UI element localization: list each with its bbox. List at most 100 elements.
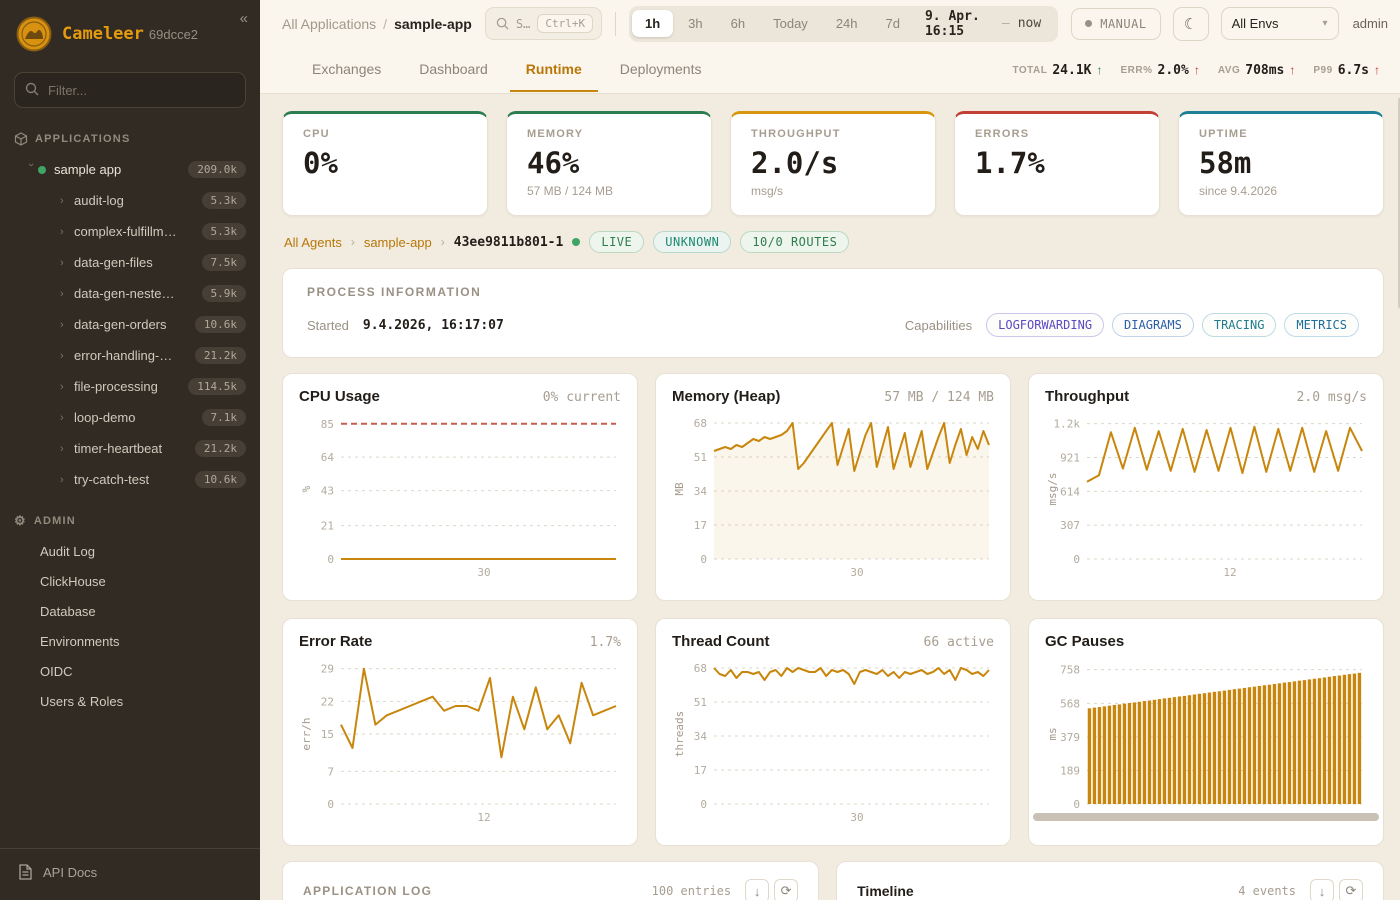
svg-text:758: 758 xyxy=(1060,664,1080,677)
gear-icon: ⚙ xyxy=(14,513,27,529)
agent-link-sample-app[interactable]: sample-app xyxy=(364,235,432,250)
search-placeholder: S… xyxy=(516,17,530,31)
admin-item-environments[interactable]: Environments xyxy=(0,627,260,657)
svg-text:379: 379 xyxy=(1060,731,1080,744)
time-range-7d[interactable]: 7d xyxy=(873,10,913,37)
time-range-24h[interactable]: 24h xyxy=(823,10,871,37)
count-badge: 10.6k xyxy=(195,316,246,333)
started-label: Started xyxy=(307,318,349,333)
metric-sub: 57 MB / 124 MB xyxy=(527,184,691,198)
topbar-divider xyxy=(615,12,616,36)
env-select[interactable]: All Envs ▾ xyxy=(1221,7,1339,40)
refresh-button[interactable]: ⟳ xyxy=(774,879,798,900)
chart-canvas-memory: 017345168MB30 xyxy=(672,407,994,585)
sidebar-item-data-gen-neste-[interactable]: ›data-gen-neste…5.9k xyxy=(0,278,260,309)
chart-canvas-threads: 017345168threads30 xyxy=(672,652,994,830)
svg-text:17: 17 xyxy=(694,519,707,532)
stat-total: TOTAL24.1K↑ xyxy=(1012,63,1102,78)
admin-item-users-roles[interactable]: Users & Roles xyxy=(0,687,260,717)
time-range-buttons: 1h3h6hToday24h7d xyxy=(632,10,913,37)
gc-chart-scrollbar[interactable] xyxy=(1033,813,1379,821)
admin-item-database[interactable]: Database xyxy=(0,597,260,627)
chart-header-value: 2.0 msg/s xyxy=(1297,390,1367,405)
sidebar-item-timer-heartbeat[interactable]: ›timer-heartbeat21.2k xyxy=(0,433,260,464)
chart-canvas-error_rate: 07152229err/h12 xyxy=(299,652,621,830)
chart-title: CPU Usage xyxy=(299,388,380,405)
global-search[interactable]: S… Ctrl+K xyxy=(485,7,602,40)
chart-canvas-gc: 0189379568758ms2028008980838485 xyxy=(1045,652,1367,830)
download-button[interactable]: ↓ xyxy=(745,879,769,900)
refresh-button[interactable]: ⟳ xyxy=(1339,879,1363,900)
sidebar-item-audit-log[interactable]: ›audit-log5.3k xyxy=(0,185,260,216)
tab-dashboard[interactable]: Dashboard xyxy=(403,48,504,92)
count-badge: 5.3k xyxy=(202,223,247,240)
chevron-right-icon: › xyxy=(60,257,74,269)
admin-item-audit-log[interactable]: Audit Log xyxy=(0,537,260,567)
card-application-log: APPLICATION LOG100 entries↓⟳ xyxy=(282,861,819,900)
chart-title: Memory (Heap) xyxy=(672,388,780,405)
agent-id: 43ee9811b801-1 xyxy=(454,235,564,250)
time-range-6h[interactable]: 6h xyxy=(718,10,758,37)
sidebar-item-complex-fulfillm-[interactable]: ›complex-fulfillm…5.3k xyxy=(0,216,260,247)
manual-dot-icon xyxy=(1085,20,1092,27)
download-button[interactable]: ↓ xyxy=(1310,879,1334,900)
sidebar-item-label: complex-fulfillm… xyxy=(74,224,177,239)
svg-text:msg/s: msg/s xyxy=(1046,472,1059,505)
time-range-1h[interactable]: 1h xyxy=(632,10,673,37)
filter-input[interactable] xyxy=(14,72,246,108)
tab-exchanges[interactable]: Exchanges xyxy=(296,48,397,92)
svg-text:MB: MB xyxy=(673,482,686,496)
stat-avg: AVG708ms↑ xyxy=(1218,63,1296,78)
admin-item-oidc[interactable]: OIDC xyxy=(0,657,260,687)
svg-text:threads: threads xyxy=(673,711,686,757)
moon-icon: ☾ xyxy=(1184,15,1197,33)
metric-value: 1.7% xyxy=(975,146,1139,180)
capability-pill-metrics: METRICS xyxy=(1284,313,1359,337)
arrow-up-icon: ↑ xyxy=(1374,63,1380,77)
sidebar-item-try-catch-test[interactable]: ›try-catch-test10.6k xyxy=(0,464,260,495)
chart-title: Error Rate xyxy=(299,633,372,650)
sidebar-item-error-handling-[interactable]: ›error-handling-…21.2k xyxy=(0,340,260,371)
sidebar-collapse-icon[interactable]: « xyxy=(240,10,248,27)
time-range-3h[interactable]: 3h xyxy=(675,10,715,37)
svg-text:34: 34 xyxy=(694,730,708,743)
svg-text:1.2k: 1.2k xyxy=(1054,418,1081,431)
chart-header: Throughput2.0 msg/s xyxy=(1045,388,1367,405)
sidebar-item-data-gen-orders[interactable]: ›data-gen-orders10.6k xyxy=(0,309,260,340)
status-dot-icon xyxy=(572,238,580,246)
api-docs-link[interactable]: API Docs xyxy=(0,848,260,900)
chart-header: CPU Usage0% current xyxy=(299,388,621,405)
svg-text:30: 30 xyxy=(850,811,863,824)
sidebar-item-file-processing[interactable]: ›file-processing114.5k xyxy=(0,371,260,402)
theme-toggle-button[interactable]: ☾ xyxy=(1173,7,1209,41)
svg-text:85: 85 xyxy=(321,418,334,431)
chevron-right-icon: › xyxy=(60,288,74,300)
chevron-right-icon: › xyxy=(60,474,74,486)
breadcrumb-all-applications[interactable]: All Applications xyxy=(282,16,376,32)
admin-list: Audit LogClickHouseDatabaseEnvironmentsO… xyxy=(0,537,260,717)
agent-link-all-agents[interactable]: All Agents xyxy=(284,235,342,250)
metric-card-memory: MEMORY46%57 MB / 124 MB xyxy=(506,111,712,216)
manual-refresh-button[interactable]: MANUAL xyxy=(1071,8,1160,40)
status-pill-live: LIVE xyxy=(589,231,644,253)
tab-deployments[interactable]: Deployments xyxy=(604,48,718,92)
date-range[interactable]: 9. Apr. 16:15 — now xyxy=(915,9,1055,39)
sidebar-item-label: timer-heartbeat xyxy=(74,441,162,456)
admin-item-clickhouse[interactable]: ClickHouse xyxy=(0,567,260,597)
svg-text:34: 34 xyxy=(694,485,708,498)
stat-label: AVG xyxy=(1218,65,1240,76)
breadcrumb-current: sample-app xyxy=(394,16,472,32)
svg-text:17: 17 xyxy=(694,764,707,777)
chart-threads: Thread Count66 active017345168threads30 xyxy=(655,618,1011,846)
sidebar-item-sample-app[interactable]: ›sample app209.0k xyxy=(0,154,260,185)
chevron-right-icon: › xyxy=(60,195,74,207)
sidebar-item-loop-demo[interactable]: ›loop-demo7.1k xyxy=(0,402,260,433)
svg-text:21: 21 xyxy=(321,520,334,533)
tab-runtime[interactable]: Runtime xyxy=(510,48,598,92)
time-range-today[interactable]: Today xyxy=(760,10,821,37)
chart-cpu: CPU Usage0% current021436485%30 xyxy=(282,373,638,601)
sidebar-item-label: error-handling-… xyxy=(74,348,172,363)
status-pill-10-0-routes: 10/0 ROUTES xyxy=(740,231,849,253)
sidebar-item-data-gen-files[interactable]: ›data-gen-files7.5k xyxy=(0,247,260,278)
stat-err: ERR%2.0%↑ xyxy=(1120,63,1199,78)
